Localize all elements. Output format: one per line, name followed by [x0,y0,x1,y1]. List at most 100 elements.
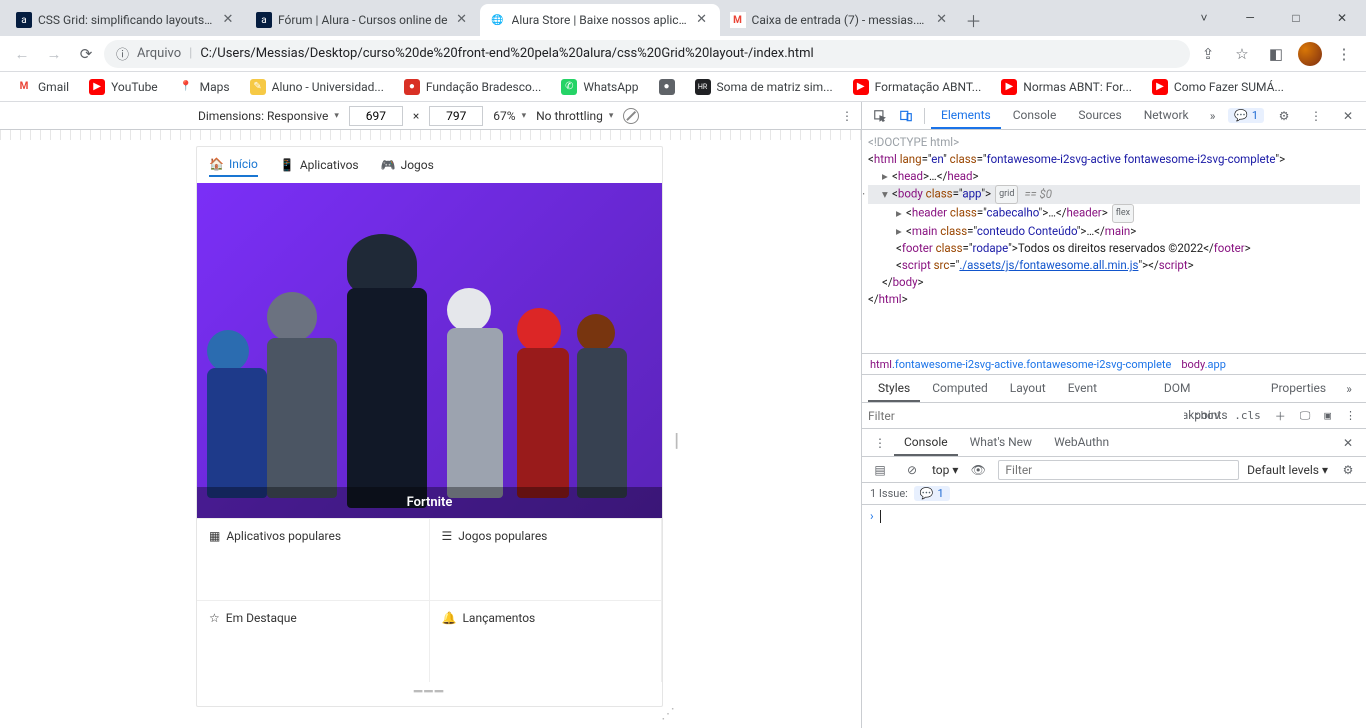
console-filter-input[interactable] [998,460,1239,480]
back-button[interactable]: ← [8,40,36,68]
devtools-close-icon[interactable]: ✕ [1336,104,1360,128]
drawer-kebab-icon[interactable]: ⋮ [868,431,892,455]
tab-whats-new[interactable]: What's New [960,429,1042,456]
side-panel-icon[interactable]: ◧ [1262,40,1290,68]
kebab-icon[interactable]: ⋮ [1304,104,1328,128]
footer-node[interactable]: <footer class="rodape">Todos os direitos… [868,240,1360,257]
grid-badge[interactable]: grid [995,185,1018,204]
body-node[interactable]: ▾<body class="app">grid== $0 [868,185,1360,204]
forward-button[interactable]: → [40,40,68,68]
drag-handle-icon[interactable]: ━━━ [197,682,662,706]
new-style-rule-icon[interactable]: ＋ [1271,406,1290,426]
hov-toggle[interactable]: :hov [1190,407,1225,424]
context-select[interactable]: top ▾ [932,463,958,477]
html-node[interactable]: <html lang="en" class="fontawesome-i2svg… [868,151,1360,168]
tab-event-listeners[interactable]: Event Listeners [1058,375,1152,402]
tab-1[interactable]: a CSS Grid: simplificando layouts: A ✕ [6,4,246,36]
close-icon[interactable]: ✕ [934,12,950,28]
console-settings-icon[interactable]: ⚙ [1336,458,1360,482]
tab-elements[interactable]: Elements [931,102,1001,129]
log-levels-select[interactable]: Default levels ▾ [1247,463,1328,477]
html-close-node[interactable]: </html> [868,291,1360,308]
clear-console-icon[interactable]: ⊘ [900,458,924,482]
bookmark-matriz[interactable]: HRSoma de matriz sim... [687,75,841,99]
resize-handle-right[interactable]: || [674,430,675,451]
tab-sources[interactable]: Sources [1068,102,1131,129]
styles-filter-input[interactable] [868,409,1184,423]
tab-webauthn[interactable]: WebAuthn [1044,429,1119,456]
bookmark-star-icon[interactable]: ☆ [1228,40,1256,68]
height-input[interactable] [429,106,483,126]
reload-button[interactable]: ⟳ [72,40,100,68]
dimensions-select[interactable]: Dimensions: Responsive [198,109,339,123]
styles-kebab-icon[interactable]: ⋮ [1341,407,1360,424]
script-node[interactable]: <script src="./assets/js/fontawesome.all… [868,257,1360,274]
zoom-select[interactable]: 67% [493,109,526,123]
rendering-icon[interactable]: ▣ [1320,407,1335,424]
bookmark-generic[interactable]: ● [651,75,683,99]
crumb-body[interactable]: body.app [1181,358,1226,371]
more-tabs-icon[interactable]: » [1201,104,1225,128]
tab-network[interactable]: Network [1134,102,1199,129]
tab-3[interactable]: 🌐 Alura Store | Baixe nossos aplicat ✕ [480,4,720,36]
head-node[interactable]: ▸<head>…</head> [868,168,1360,185]
share-icon[interactable]: ⇪ [1194,40,1222,68]
tab-styles[interactable]: Styles [868,375,920,402]
bookmark-sumario[interactable]: ▶Como Fazer SUMÁ... [1144,75,1292,99]
body-close-node[interactable]: </body> [868,274,1360,291]
bookmark-aluno[interactable]: ✎Aluno - Universidad... [242,75,392,99]
tab-properties[interactable]: Properties [1261,375,1336,402]
kebab-menu-icon[interactable]: ⋮ [1330,40,1358,68]
close-icon[interactable]: ✕ [220,12,236,28]
crumb-html[interactable]: html.fontawesome-i2svg-active.fontawesom… [870,358,1171,371]
bookmark-abnt2[interactable]: ▶Normas ABNT: For... [993,75,1140,99]
info-icon[interactable]: ⓘ [116,44,129,63]
window-close-button[interactable]: ✕ [1320,3,1364,33]
device-kebab-icon[interactable]: ⋮ [841,109,853,123]
close-icon[interactable]: ✕ [694,12,710,28]
nav-aplicativos[interactable]: 📱Aplicativos [280,158,359,176]
width-input[interactable] [349,106,403,126]
bookmark-whatsapp[interactable]: ✆WhatsApp [553,75,646,99]
throttling-select[interactable]: No throttling [536,109,613,123]
bookmark-gmail[interactable]: MGmail [8,75,77,99]
bookmark-maps[interactable]: 📍Maps [170,75,238,99]
tab-4[interactable]: M Caixa de entrada (7) - messias.va ✕ [720,4,960,36]
omnibox[interactable]: ⓘ Arquivo | C:/Users/Messias/Desktop/cur… [104,40,1190,68]
tab-dom-breakpoints[interactable]: DOM Breakpoints [1154,375,1259,402]
inspect-icon[interactable] [868,104,892,128]
tab-drawer-console[interactable]: Console [894,429,958,456]
elements-dom-tree[interactable]: <!DOCTYPE html> <html lang="en" class="f… [862,130,1366,353]
bookmark-youtube[interactable]: ▶YouTube [81,75,166,99]
section-jogos-populares[interactable]: ☰Jogos populares [430,518,663,600]
tab-2[interactable]: a Fórum | Alura - Cursos online de ✕ [246,4,480,36]
computed-toggle-icon[interactable]: 🖵 [1296,407,1315,425]
resize-handle-corner[interactable]: ⋰ [661,706,675,722]
section-destaque[interactable]: ☆Em Destaque [197,600,430,682]
more-styles-tabs-icon[interactable]: » [1338,377,1360,401]
gear-icon[interactable]: ⚙ [1272,104,1296,128]
cls-toggle[interactable]: .cls [1230,407,1265,424]
section-apps-populares[interactable]: ▦Aplicativos populares [197,518,430,600]
main-node[interactable]: ▸<main class="conteudo Conteúdo">…</main… [868,223,1360,240]
bookmark-abnt1[interactable]: ▶Formatação ABNT... [845,75,990,99]
live-expression-icon[interactable]: 👁 [966,458,990,482]
maximize-button[interactable]: □ [1274,3,1318,33]
caret-down-icon[interactable]: ˅ [1182,3,1226,33]
issues-row[interactable]: 1 Issue: 💬1 [862,483,1366,505]
profile-avatar[interactable] [1296,40,1324,68]
header-node[interactable]: ▸<header class="cabecalho">…</header>fle… [868,204,1360,223]
flex-badge[interactable]: flex [1112,204,1134,223]
nav-inicio[interactable]: 🏠Início [209,157,258,177]
section-lancamentos[interactable]: 🔔Lançamentos [430,600,663,682]
nav-jogos[interactable]: 🎮Jogos [381,158,434,176]
console-sidebar-icon[interactable]: ▤ [868,458,892,482]
drawer-close-icon[interactable]: ✕ [1336,431,1360,455]
console-output[interactable]: › [862,505,1366,728]
rotate-icon[interactable] [623,108,639,124]
tab-layout[interactable]: Layout [1000,375,1056,402]
new-tab-button[interactable]: ＋ [960,8,988,36]
bookmark-bradesco[interactable]: ●Fundação Bradesco... [396,75,549,99]
tab-computed[interactable]: Computed [922,375,998,402]
close-icon[interactable]: ✕ [454,12,470,28]
